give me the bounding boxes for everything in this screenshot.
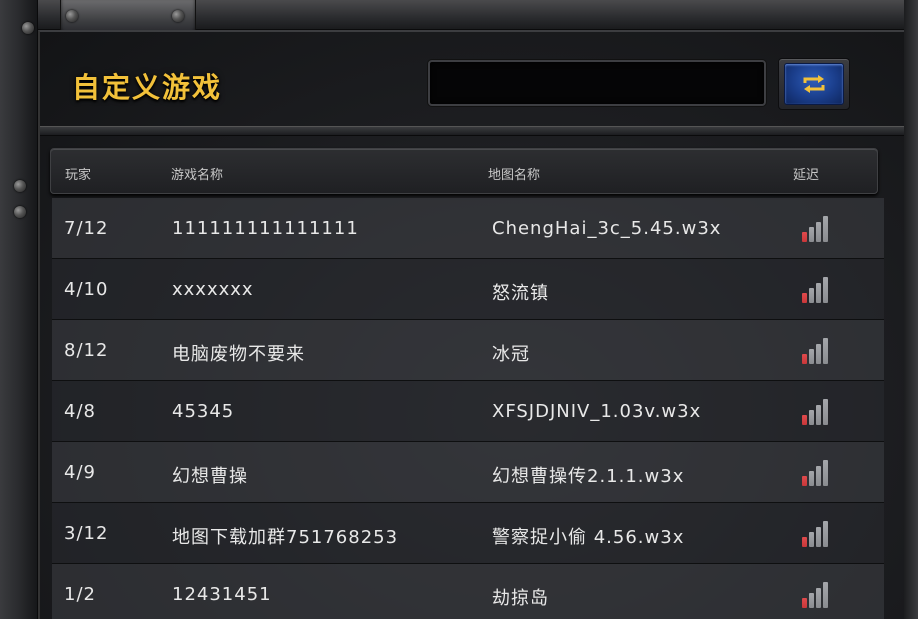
refresh-arrows-icon	[803, 75, 825, 93]
table-row[interactable]: 8/12 电脑废物不要来 冰冠	[52, 320, 884, 381]
game-name-cell: 地图下载加群751768253	[172, 527, 399, 548]
latency-bar	[809, 471, 814, 486]
refresh-button[interactable]	[778, 58, 850, 110]
latency-bar	[809, 532, 814, 547]
rivet-icon	[14, 180, 26, 192]
column-header-map-name[interactable]: 地图名称	[488, 164, 540, 183]
latency-bar	[823, 521, 828, 547]
latency-signal-icon	[802, 458, 832, 486]
game-name-cell: 幻想曹操	[172, 466, 248, 487]
latency-bar	[802, 354, 807, 364]
players-cell: 7/12	[64, 218, 109, 239]
map-name-cell: ChengHai_3c_5.45.w3x	[492, 218, 722, 239]
latency-bar	[816, 466, 821, 486]
frame-left-edge	[0, 0, 38, 619]
latency-bar	[816, 588, 821, 608]
latency-bar	[816, 222, 821, 242]
latency-bar	[816, 344, 821, 364]
game-name-cell: 111111111111111	[172, 218, 359, 239]
latency-bar	[802, 293, 807, 303]
map-name-cell: 警察捉小偷 4.56.w3x	[492, 527, 685, 548]
rivet-icon	[22, 22, 34, 34]
map-name-cell: 幻想曹操传2.1.1.w3x	[492, 466, 685, 487]
players-cell: 1/2	[64, 584, 96, 605]
map-name-cell: 怒流镇	[492, 283, 549, 304]
table-row[interactable]: 4/8 45345 XFSJDJNIV_1.03v.w3x	[52, 381, 884, 442]
latency-bar	[816, 283, 821, 303]
map-name-cell: 冰冠	[492, 344, 530, 365]
latency-bar	[802, 476, 807, 486]
latency-bar	[823, 338, 828, 364]
latency-bar	[809, 288, 814, 303]
latency-signal-icon	[802, 275, 832, 303]
games-list: 7/12 111111111111111 ChengHai_3c_5.45.w3…	[52, 198, 884, 619]
latency-signal-icon	[802, 214, 832, 242]
latency-signal-icon	[802, 397, 832, 425]
game-name-cell: 45345	[172, 401, 235, 422]
latency-signal-icon	[802, 580, 832, 608]
page-title: 自定义游戏	[72, 71, 223, 104]
players-cell: 4/10	[64, 279, 109, 300]
players-cell: 3/12	[64, 523, 109, 544]
map-name-cell: 劫掠岛	[492, 588, 549, 609]
rivet-icon	[172, 10, 184, 22]
search-input[interactable]	[428, 60, 766, 106]
refresh-button-face[interactable]	[784, 63, 844, 105]
game-name-cell: 电脑废物不要来	[172, 344, 305, 365]
latency-bar	[802, 537, 807, 547]
latency-bar	[802, 598, 807, 608]
table-row[interactable]: 1/2 12431451 劫掠岛	[52, 564, 884, 619]
latency-bar	[823, 582, 828, 608]
table-row[interactable]: 4/9 幻想曹操 幻想曹操传2.1.1.w3x	[52, 442, 884, 503]
latency-bar	[809, 349, 814, 364]
latency-bar	[809, 410, 814, 425]
latency-bar	[823, 216, 828, 242]
latency-bar	[816, 527, 821, 547]
latency-bar	[809, 593, 814, 608]
players-cell: 8/12	[64, 340, 109, 361]
table-header: 玩家 游戏名称 地图名称 延迟	[50, 148, 878, 194]
game-name-cell: xxxxxxx	[172, 279, 254, 300]
players-cell: 4/8	[64, 401, 96, 422]
map-name-cell: XFSJDJNIV_1.03v.w3x	[492, 401, 702, 422]
table-row[interactable]: 7/12 111111111111111 ChengHai_3c_5.45.w3…	[52, 198, 884, 259]
table-row[interactable]: 3/12 地图下载加群751768253 警察捉小偷 4.56.w3x	[52, 503, 884, 564]
rivet-icon	[14, 206, 26, 218]
column-header-game-name[interactable]: 游戏名称	[171, 164, 223, 183]
latency-bar	[809, 227, 814, 242]
rivet-icon	[66, 10, 78, 22]
title-separator	[40, 126, 904, 136]
latency-bar	[823, 277, 828, 303]
latency-signal-icon	[802, 336, 832, 364]
column-header-latency[interactable]: 延迟	[793, 164, 819, 183]
latency-bar	[802, 415, 807, 425]
column-header-players[interactable]: 玩家	[65, 164, 91, 183]
latency-bar	[823, 399, 828, 425]
latency-bar	[816, 405, 821, 425]
latency-bar	[823, 460, 828, 486]
latency-bar	[802, 232, 807, 242]
table-row[interactable]: 4/10 xxxxxxx 怒流镇	[52, 259, 884, 320]
latency-signal-icon	[802, 519, 832, 547]
players-cell: 4/9	[64, 462, 96, 483]
game-name-cell: 12431451	[172, 584, 272, 605]
frame-right-edge	[904, 0, 918, 619]
